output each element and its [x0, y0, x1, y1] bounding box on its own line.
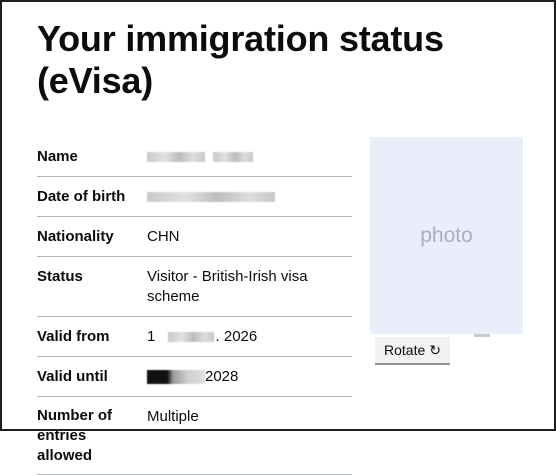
- valid-from-day: 1: [147, 328, 156, 345]
- row-key-status: Status: [37, 268, 83, 285]
- row-value-valid-until: 2028: [147, 357, 352, 396]
- row-key-entries-line-2: entries: [37, 427, 87, 444]
- row-value-valid-from: 1 . 2026: [147, 317, 352, 356]
- row-key-name: Name: [37, 148, 78, 165]
- row-key-valid-from: Valid from: [37, 328, 110, 345]
- row-value-entries: Multiple: [147, 408, 199, 425]
- summary-list: Name Date of birth Nationality CHN Statu…: [37, 137, 352, 475]
- row-value-nationality: CHN: [147, 228, 180, 245]
- rotate-clockwise-icon: ↻: [429, 341, 441, 358]
- summary-row-valid-until: Valid until 2028: [37, 357, 352, 397]
- redacted-name-part-2: [213, 152, 254, 163]
- summary-row-name: Name: [37, 137, 352, 177]
- photo-placeholder: photo: [370, 137, 523, 334]
- summary-row-status: Status Visitor - British-Irish visa sche…: [37, 257, 352, 317]
- row-value-status: Visitor - British-Irish visa scheme: [147, 268, 308, 305]
- row-key-nationality: Nationality: [37, 228, 114, 245]
- photo-label: photo: [420, 223, 473, 247]
- row-key-date-of-birth: Date of birth: [37, 188, 126, 205]
- page-frame: Your immigration status (eVisa) Name Dat…: [0, 0, 556, 475]
- summary-row-valid-from: Valid from 1 . 2026: [37, 317, 352, 357]
- photo-edge-tab: [474, 334, 490, 337]
- redacted-name-part-1: [147, 152, 205, 163]
- row-value-date-of-birth: [147, 177, 352, 216]
- row-key-entries-line-3: allowed: [37, 447, 93, 464]
- redacted-date-of-birth: [147, 192, 275, 203]
- redacted-valid-until-date: [147, 370, 205, 385]
- rotate-button[interactable]: Rotate ↻: [375, 337, 450, 365]
- valid-from-year: . 2026: [215, 328, 258, 345]
- row-key-valid-until: Valid until: [37, 368, 108, 385]
- summary-row-nationality: Nationality CHN: [37, 217, 352, 257]
- row-value-name: [147, 137, 352, 176]
- redacted-valid-from-month: [167, 332, 214, 343]
- page-title: Your immigration status (eVisa): [37, 18, 444, 101]
- rotate-button-label: Rotate: [384, 342, 426, 358]
- valid-until-year: 2028: [205, 368, 239, 385]
- summary-row-entries: Number of entries allowed Multiple: [37, 397, 352, 475]
- summary-row-date-of-birth: Date of birth: [37, 177, 352, 217]
- row-key-entries: Number of entries allowed: [37, 397, 147, 474]
- row-key-entries-line-1: Number of: [37, 407, 112, 424]
